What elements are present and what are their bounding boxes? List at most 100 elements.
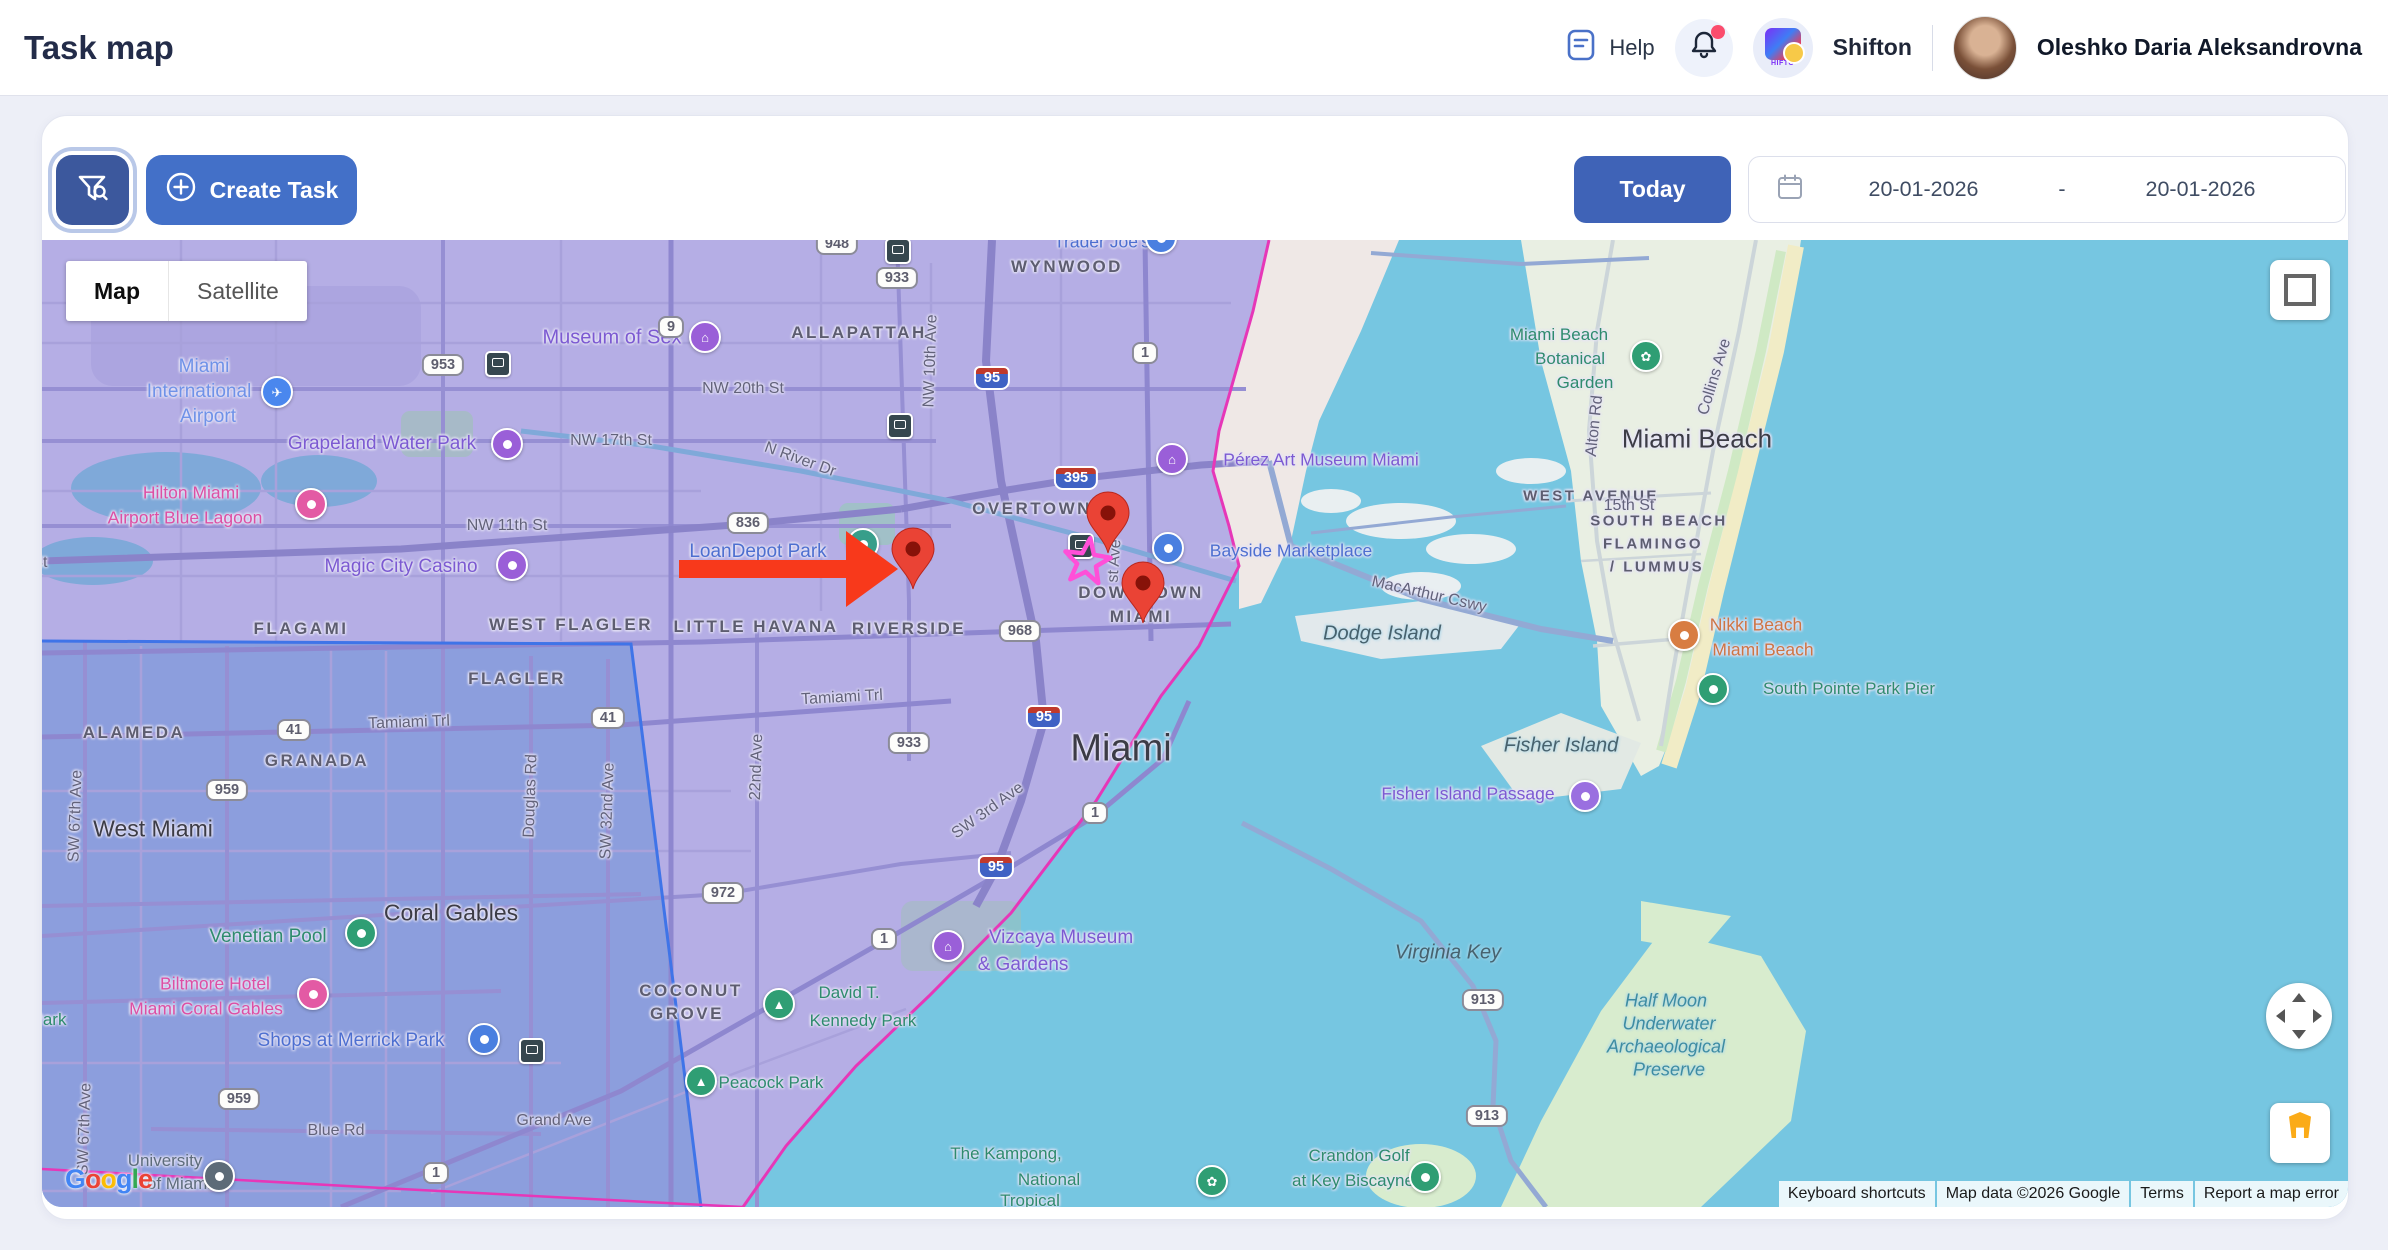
help-icon <box>1565 28 1597 67</box>
pier-icon[interactable] <box>1697 673 1729 705</box>
date-range-picker[interactable]: 20-01-2026 - 20-01-2026 <box>1748 156 2346 223</box>
map-label: Shops at Merrick Park <box>258 1030 445 1052</box>
pan-right-icon <box>2313 1009 2322 1023</box>
pegman-button[interactable] <box>2270 1103 2330 1163</box>
map-label: ALAMEDA <box>83 723 186 743</box>
museum-icon[interactable]: ⌂ <box>932 930 964 962</box>
brand-logo-icon <box>1765 28 1801 60</box>
today-button[interactable]: Today <box>1574 156 1731 223</box>
map-label: David T. <box>818 983 879 1003</box>
help-label: Help <box>1609 35 1654 61</box>
interstate-shield: 95 <box>1026 705 1062 729</box>
hotel-icon[interactable] <box>297 978 329 1010</box>
map-type-satellite[interactable]: Satellite <box>168 261 307 321</box>
camera-icon[interactable] <box>1569 780 1601 812</box>
fullscreen-button[interactable] <box>2270 260 2330 320</box>
app-header: Task map Help HIFTO Shifton Oleshko <box>0 0 2388 95</box>
map-type-control: Map Satellite <box>66 261 307 321</box>
transit-icon[interactable] <box>485 351 511 377</box>
map-label: Douglas Rd <box>521 754 542 838</box>
task-map-page: Task map Help HIFTO Shifton Oleshko <box>0 0 2388 1250</box>
route-shield: 1 <box>423 1162 449 1184</box>
map-label: West Miami <box>93 816 213 843</box>
map-label: Alton Rd <box>1583 395 1607 458</box>
create-task-button[interactable]: Create Task <box>146 155 357 225</box>
filter-button[interactable] <box>56 155 129 225</box>
restaurant-icon[interactable] <box>1668 619 1700 651</box>
pan-control[interactable] <box>2266 983 2332 1049</box>
museum-icon[interactable]: ⌂ <box>1156 443 1188 475</box>
date-from[interactable]: 20-01-2026 <box>1805 177 2042 202</box>
map-label: WYNWOOD <box>1011 257 1123 277</box>
brand-logo[interactable]: HIFTO <box>1753 18 1813 78</box>
map-label: Tamiami Trl <box>801 687 884 709</box>
terms-link[interactable]: Terms <box>2131 1181 2193 1207</box>
park-icon[interactable]: ▲ <box>685 1065 717 1097</box>
map-label: FLAMINGO <box>1603 536 1703 553</box>
route-shield: 968 <box>999 620 1041 642</box>
shopping-icon[interactable] <box>468 1023 500 1055</box>
map-label: Collins Ave <box>1695 337 1735 418</box>
casino-icon[interactable] <box>496 549 528 581</box>
map-label: NW 17th St <box>570 432 652 450</box>
plus-circle-icon <box>165 171 197 209</box>
map-label: OVERTOWN <box>972 499 1092 519</box>
map-label: SW 3rd Ave <box>949 779 1028 843</box>
map-label: Tropical <box>1000 1191 1060 1207</box>
route-shield: 1 <box>871 928 897 950</box>
map-label: Peacock Park <box>719 1073 824 1093</box>
map-label: RIVERSIDE <box>852 619 966 639</box>
google-logo[interactable]: Google <box>65 1164 152 1195</box>
map-label: FLAGLER <box>468 669 566 689</box>
airport-icon[interactable]: ✈ <box>261 376 293 408</box>
notifications-button[interactable] <box>1675 19 1733 77</box>
report-error-link[interactable]: Report a map error <box>2195 1181 2348 1207</box>
hotel-icon[interactable] <box>295 488 327 520</box>
map-label: / LUMMUS <box>1610 559 1704 576</box>
page-title: Task map <box>24 29 174 67</box>
map-label: NW 20th St <box>702 380 784 398</box>
map-label: Miami <box>1070 728 1171 771</box>
map-label: Biltmore Hotel <box>160 974 270 995</box>
map-label: Dodge Island <box>1323 623 1441 646</box>
keyboard-shortcuts-link[interactable]: Keyboard shortcuts <box>1779 1181 1935 1207</box>
help-button[interactable]: Help <box>1565 28 1654 67</box>
map-label: National <box>1018 1170 1080 1190</box>
map-type-map[interactable]: Map <box>66 261 168 321</box>
pool-icon[interactable] <box>345 917 377 949</box>
map-label: th St <box>42 554 47 572</box>
map-label: Miami <box>179 356 230 378</box>
map-label: 15th St <box>1604 497 1655 515</box>
golf-icon[interactable] <box>1409 1161 1441 1193</box>
transit-icon[interactable] <box>885 240 911 264</box>
date-to[interactable]: 20-01-2026 <box>2082 177 2319 202</box>
museum-icon[interactable]: ⌂ <box>689 321 721 353</box>
garden-icon[interactable]: ✿ <box>1196 1165 1228 1197</box>
map-label: of Miami <box>147 1174 211 1194</box>
garden-icon[interactable]: ✿ <box>1630 340 1662 372</box>
transit-icon[interactable] <box>887 413 913 439</box>
route-shield: 959 <box>206 779 248 801</box>
date-separator: - <box>2042 177 2082 202</box>
university-icon[interactable] <box>203 1160 235 1192</box>
map-canvas[interactable]: WYNWOODALLAPATTAHOVERTOWNLITTLE HAVANARI… <box>42 240 2348 1207</box>
map-label: Miami Coral Gables <box>129 999 283 1020</box>
interstate-shield: 95 <box>974 366 1010 390</box>
avatar[interactable] <box>1953 16 2017 80</box>
route-shield: 913 <box>1462 989 1504 1011</box>
map-label: MacArthur Cswy <box>1370 573 1488 617</box>
pan-left-icon <box>2276 1009 2285 1023</box>
map-label: & Gardens <box>978 954 1069 976</box>
water-park-icon[interactable] <box>491 428 523 460</box>
park-icon[interactable]: ▲ <box>763 988 795 1020</box>
task-marker[interactable] <box>1120 561 1166 630</box>
toolbar: Create Task Today 20-01-2026 - 20-01-202… <box>42 116 2348 240</box>
route-shield: 933 <box>888 732 930 754</box>
map-label: Grapeland Water Park <box>288 433 476 455</box>
map-label: Virginia Key <box>1395 942 1501 965</box>
shopping-icon[interactable] <box>1152 532 1184 564</box>
user-name: Oleshko Daria Aleksandrovna <box>2037 34 2362 61</box>
map-label: SW 67th Ave <box>74 1083 95 1176</box>
transit-icon[interactable] <box>519 1038 545 1064</box>
map-label: Botanical <box>1535 349 1605 369</box>
